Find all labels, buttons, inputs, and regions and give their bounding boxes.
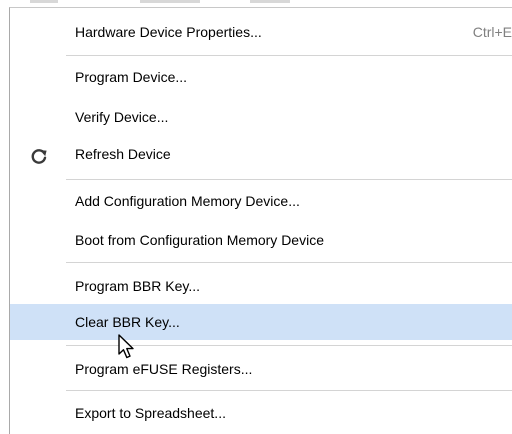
menu-item-label: Boot from Configuration Memory Device	[75, 232, 324, 248]
mouse-pointer-icon	[117, 334, 139, 362]
context-menu: Hardware Device Properties... Ctrl+E Pro…	[9, 7, 512, 434]
menu-item-label: Program Device...	[75, 69, 188, 85]
menu-item-program-bbr-key[interactable]: Program BBR Key...	[10, 270, 512, 302]
menu-item-verify-device[interactable]: Verify Device...	[10, 101, 512, 133]
menu-item-export-to-spreadsheet[interactable]: Export to Spreadsheet...	[10, 397, 512, 429]
menu-item-label: Hardware Device Properties...	[75, 24, 262, 40]
menu-item-add-configuration-memory-device[interactable]: Add Configuration Memory Device...	[10, 185, 512, 217]
menu-item-program-device[interactable]: Program Device...	[10, 61, 512, 93]
menu-item-label: Verify Device...	[75, 109, 169, 125]
menu-item-label: Export to Spreadsheet...	[75, 405, 226, 421]
menu-item-boot-from-configuration-memory-device[interactable]: Boot from Configuration Memory Device	[10, 224, 512, 256]
menu-item-label: Program eFUSE Registers...	[75, 361, 253, 377]
menu-item-shortcut: Ctrl+E	[472, 24, 512, 40]
menu-separator	[66, 55, 512, 56]
menu-item-label: Program BBR Key...	[75, 278, 201, 294]
menu-item-label: Add Configuration Memory Device...	[75, 193, 300, 209]
menu-item-program-efuse-registers[interactable]: Program eFUSE Registers...	[10, 353, 512, 385]
refresh-icon	[30, 145, 48, 164]
menu-item-clear-bbr-key[interactable]: Clear BBR Key...	[10, 304, 512, 340]
menu-separator	[66, 179, 512, 180]
menu-item-hardware-device-properties[interactable]: Hardware Device Properties... Ctrl+E	[10, 16, 512, 48]
window-edge	[0, 0, 512, 7]
menu-item-refresh-device[interactable]: Refresh Device	[10, 138, 512, 170]
menu-item-label: Refresh Device	[75, 146, 171, 162]
menu-separator	[66, 390, 512, 391]
menu-separator	[66, 262, 512, 263]
